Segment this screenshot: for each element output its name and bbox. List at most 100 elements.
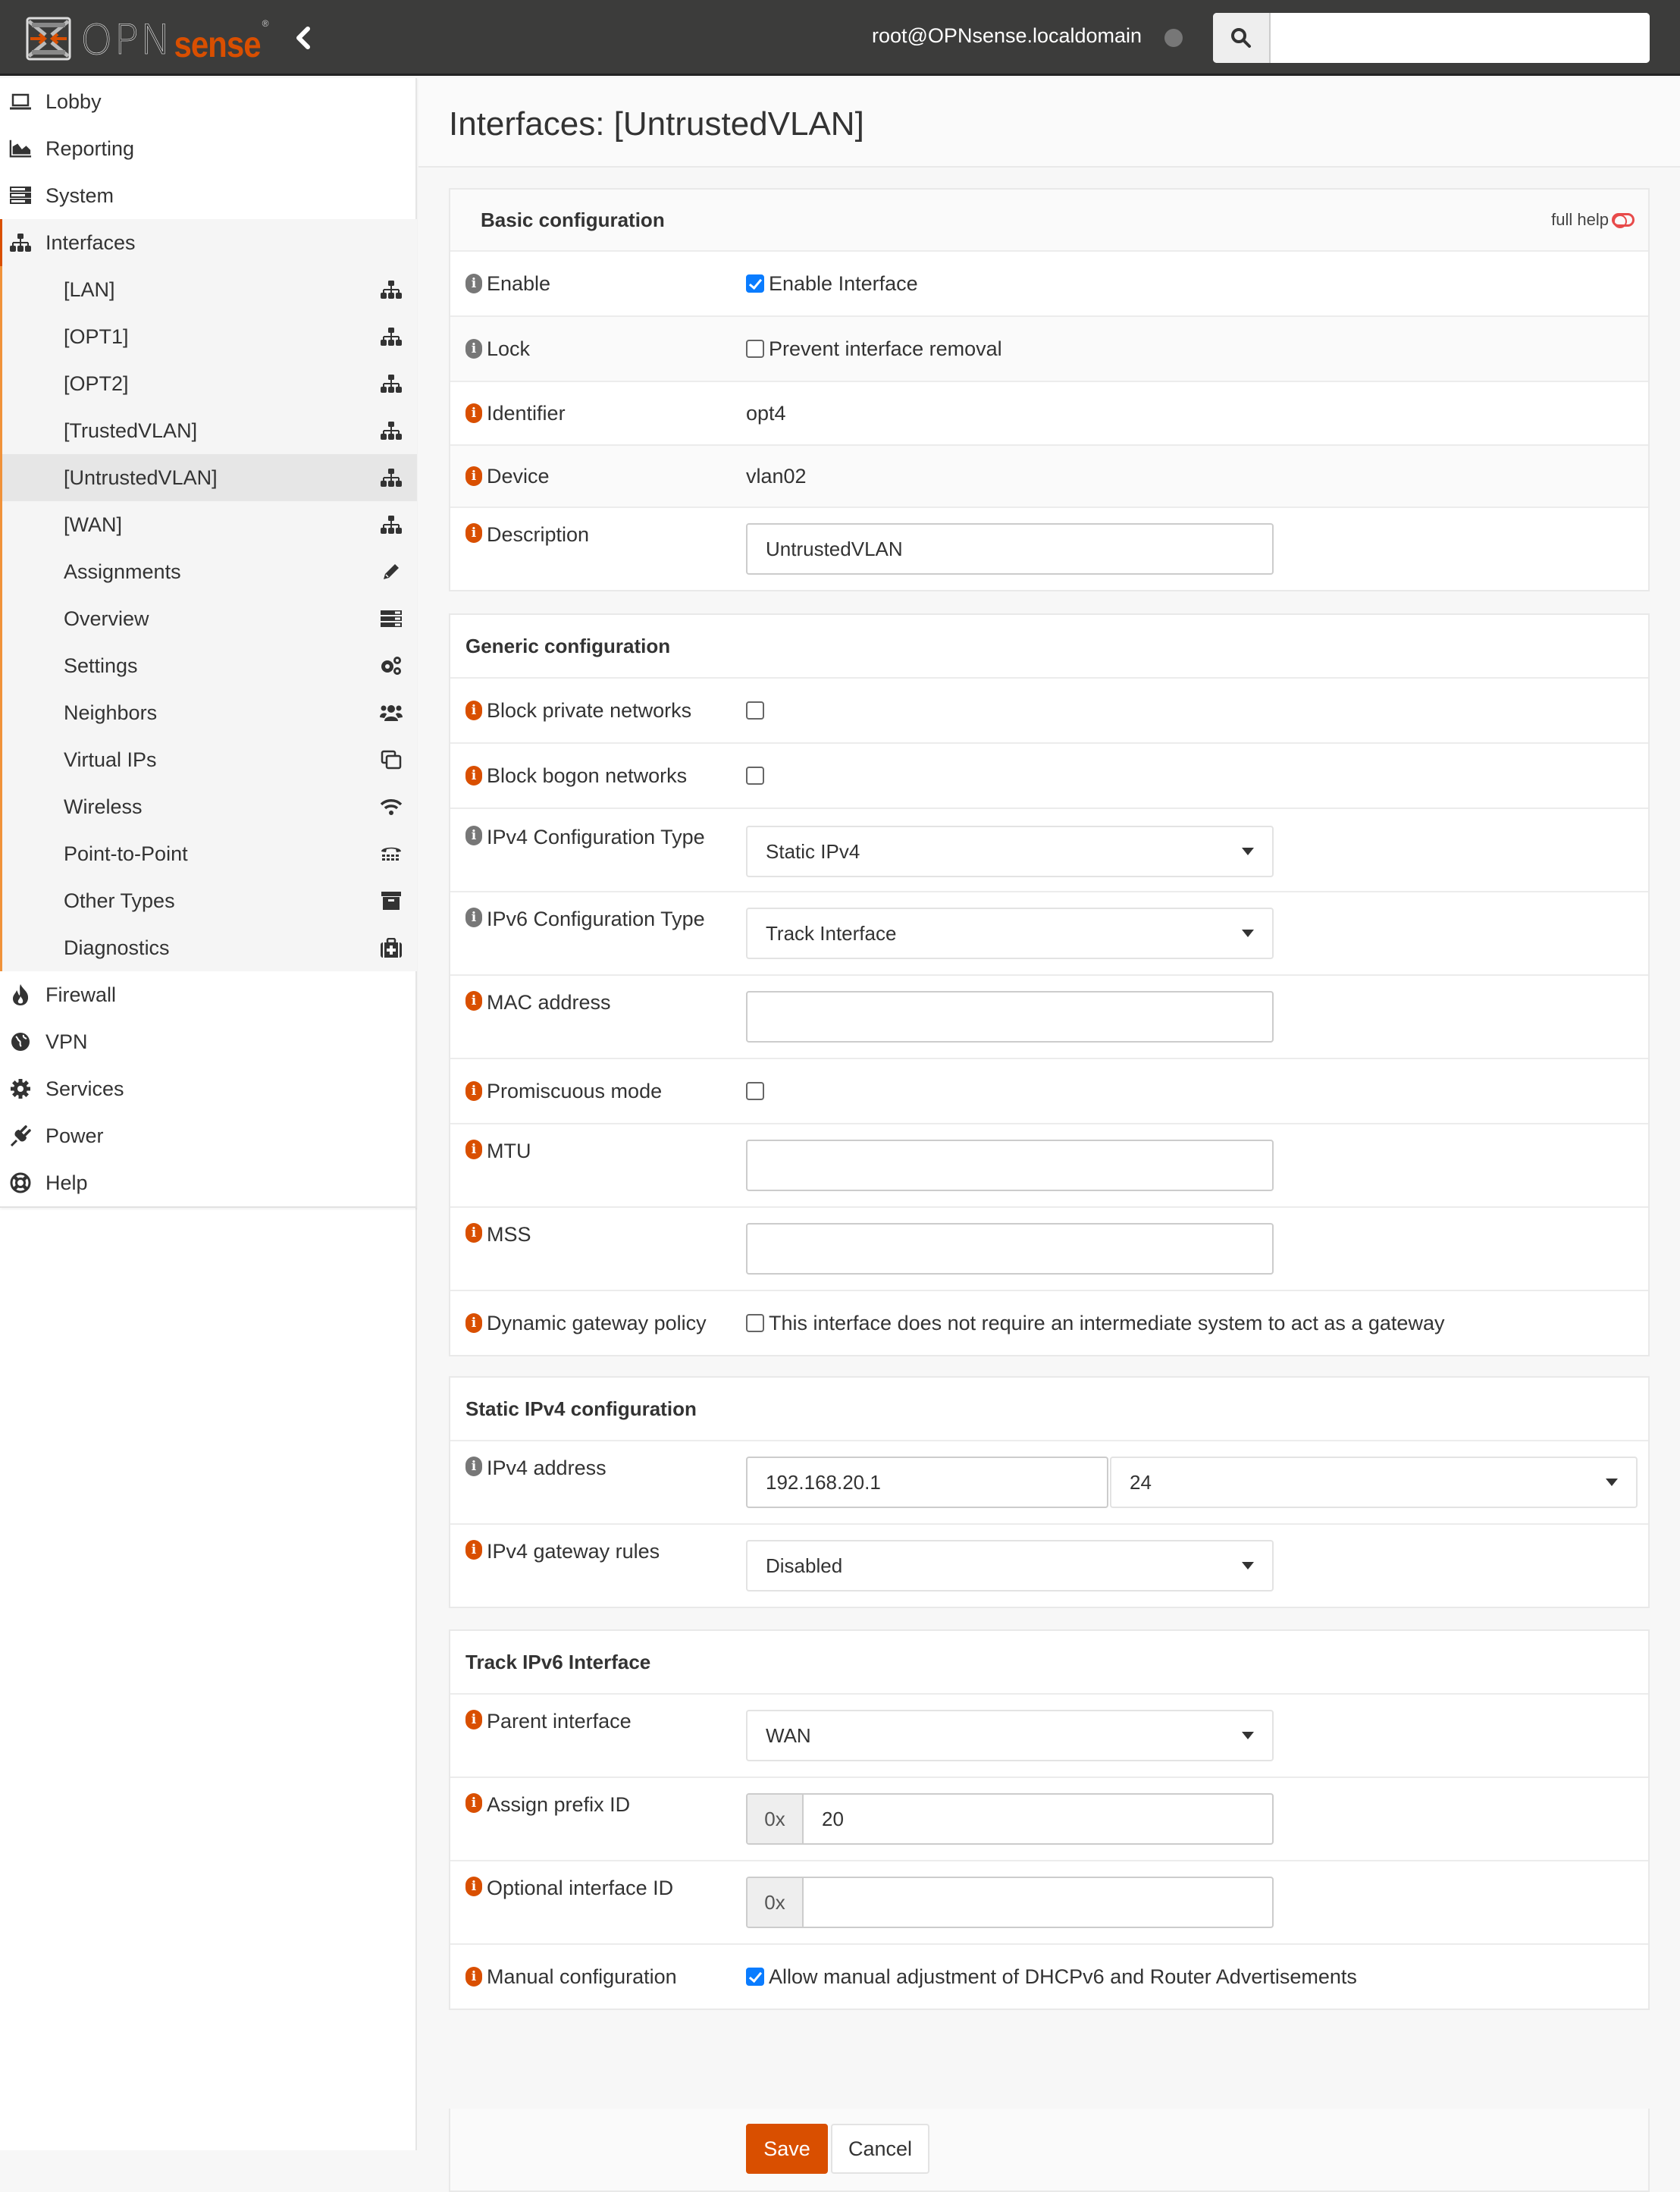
sidebar-subitem[interactable]: [OPT1] [2,313,417,360]
prefix-id-input[interactable]: 20 [804,1795,1272,1843]
info-icon[interactable]: i [465,1877,482,1896]
sidebar-subitem-label: [OPT2] [64,372,129,395]
info-icon[interactable]: i [465,1967,482,1987]
block-private-checkbox[interactable] [746,701,764,720]
status-indicator[interactable] [1164,29,1183,47]
sidebar-subitem[interactable]: [TrustedVLAN] [2,407,417,454]
sidebar-subitem[interactable]: [UntrustedVLAN] [2,454,417,501]
info-icon[interactable]: i [465,1313,482,1333]
info-icon[interactable]: i [465,826,482,845]
form-row-identifier: i Identifier opt4 [450,381,1648,444]
search-button[interactable] [1213,13,1271,63]
sidebar-subitem[interactable]: [OPT2] [2,360,417,407]
info-icon[interactable]: i [465,274,482,293]
info-icon[interactable]: i [465,1081,482,1101]
form-row-mac: i MAC address [450,974,1648,1058]
info-icon[interactable]: i [465,1793,482,1813]
info-icon[interactable]: i [465,403,482,423]
sidebar-item-system[interactable]: System [0,172,417,219]
sidebar-item-power[interactable]: Power [0,1112,417,1159]
subnet-select[interactable]: 24 [1110,1457,1638,1508]
field-label: Enable [487,271,551,295]
sidebar: Lobby Reporting System Interfaces [LAN] [… [0,78,417,2150]
sidebar-item-interfaces[interactable]: Interfaces [0,219,417,266]
cancel-button[interactable]: Cancel [831,2124,929,2174]
info-icon[interactable]: i [465,991,482,1011]
section-title: Generic configuration [465,634,671,657]
sidebar-subitem[interactable]: Diagnostics [2,924,417,971]
info-icon[interactable]: i [465,1457,482,1476]
dynamic-gateway-checkbox[interactable] [746,1314,764,1332]
sitemap-icon [379,419,403,442]
field-label: Assign prefix ID [487,1793,631,1816]
form-row-promiscuous: i Promiscuous mode [450,1058,1648,1123]
sidebar-subitem[interactable]: Neighbors [2,689,417,736]
sidebar-item-label: VPN [45,1030,88,1053]
sidebar-item-services[interactable]: Services [0,1065,417,1112]
info-icon[interactable]: i [465,766,482,786]
sidebar-subitem[interactable]: Point-to-Point [2,830,417,877]
main-content: Interfaces: [UntrustedVLAN] Basic config… [418,78,1680,2192]
info-icon[interactable]: i [465,339,482,359]
info-icon[interactable]: i [465,1140,482,1159]
field-label: IPv6 Configuration Type [487,908,705,930]
sidebar-item-vpn[interactable]: VPN [0,1018,417,1065]
info-icon[interactable]: i [465,1710,482,1729]
sidebar-subitem[interactable]: Wireless [2,783,417,830]
logo-sense-text: sense [174,24,261,65]
manual-config-checkbox[interactable] [746,1968,764,1986]
ipv4-type-select[interactable]: Static IPv4 [746,826,1274,877]
full-help-toggle[interactable]: full help [1551,190,1635,250]
info-icon[interactable]: i [465,908,482,927]
sidebar-subitem[interactable]: [LAN] [2,266,417,313]
ipv4-address-input[interactable]: 192.168.20.1 [746,1457,1108,1508]
search-input[interactable] [1271,13,1650,63]
form-row-mtu: i MTU [450,1123,1648,1206]
caret-down-icon [1606,1479,1618,1486]
save-button[interactable]: Save [746,2124,828,2174]
sidebar-item-lobby[interactable]: Lobby [0,78,417,125]
mac-address-input[interactable] [746,991,1274,1043]
caret-down-icon [1242,848,1254,855]
form-row-block-bogon: i Block bogon networks [450,742,1648,807]
interface-id-input[interactable] [804,1878,1272,1927]
info-icon[interactable]: i [465,1223,482,1243]
logged-in-user[interactable]: root@OPNsense.localdomain [872,24,1142,48]
enable-interface-checkbox[interactable] [746,274,764,293]
ipv4-gateway-select[interactable]: Disabled [746,1540,1274,1591]
section-header: Generic configuration [450,615,1648,677]
info-icon[interactable]: i [465,701,482,720]
sidebar-item-reporting[interactable]: Reporting [0,125,417,172]
mss-input[interactable] [746,1223,1274,1275]
sidebar-subitem[interactable]: Settings [2,642,417,689]
ipv6-type-select[interactable]: Track Interface [746,908,1274,959]
promiscuous-checkbox[interactable] [746,1082,764,1100]
opnsense-logo[interactable]: OPN sense ® [26,15,268,65]
toggle-off-icon [1612,213,1635,228]
sidebar-subitem[interactable]: Other Types [2,877,417,924]
sidebar-subitem[interactable]: Assignments [2,548,417,595]
description-input[interactable]: UntrustedVLAN [746,523,1274,575]
collapse-sidebar-button[interactable] [293,24,315,52]
server-icon [9,184,32,207]
parent-interface-select[interactable]: WAN [746,1710,1274,1761]
prevent-removal-checkbox[interactable] [746,340,764,358]
sidebar-item-label: Reporting [45,136,135,160]
sidebar-subitem-label: [OPT1] [64,325,129,348]
users-icon [379,701,403,724]
sidebar-subitem[interactable]: Overview [2,595,417,642]
sidebar-subitem[interactable]: [WAN] [2,501,417,548]
sidebar-item-firewall[interactable]: Firewall [0,971,417,1018]
sidebar-subitem[interactable]: Virtual IPs [2,736,417,783]
info-icon[interactable]: i [465,523,482,543]
block-bogon-checkbox[interactable] [746,767,764,785]
field-label: Optional interface ID [487,1877,674,1899]
sidebar-item-help[interactable]: Help [0,1159,417,1206]
mtu-input[interactable] [746,1140,1274,1191]
top-navbar: OPN sense ® root@OPNsense.localdomain [0,0,1680,76]
sidebar-subitem-label: Assignments [64,560,181,583]
caret-down-icon [1242,1562,1254,1570]
globe-icon [9,1030,32,1053]
info-icon[interactable]: i [465,466,482,486]
info-icon[interactable]: i [465,1540,482,1560]
